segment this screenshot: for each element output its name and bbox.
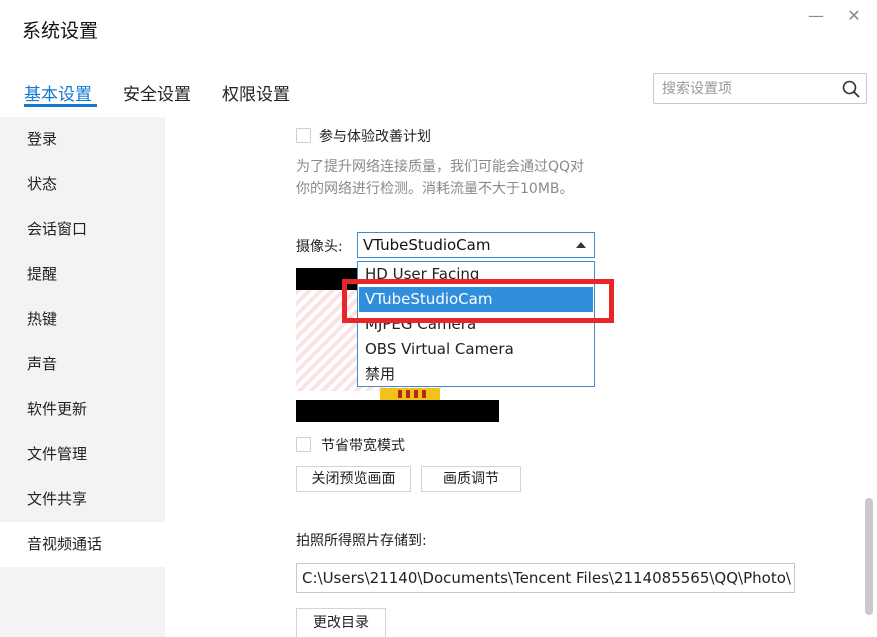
experience-plan-label: 参与体验改善计划	[319, 129, 431, 145]
redaction-bar-bottom	[296, 400, 499, 422]
sidebar-item-login[interactable]: 登录	[0, 117, 165, 162]
annotation-highlight-box	[342, 279, 614, 323]
quality-adjust-button[interactable]: 画质调节	[421, 466, 521, 492]
sidebar-item-file-management[interactable]: 文件管理	[0, 432, 165, 477]
sidebar: 登录 状态 会话窗口 提醒 热键 声音 软件更新 文件管理 文件共享 音视频通话	[0, 117, 165, 637]
change-directory-button[interactable]: 更改目录	[296, 608, 386, 637]
close-preview-button[interactable]: 关闭预览画面	[296, 466, 411, 492]
experience-hint-line2: 你的网络进行检测。消耗流量不大于10MB。	[296, 181, 574, 197]
settings-window: 系统设置 — ✕ 基本设置 安全设置 权限设置 登录 状态 会话窗口 提醒 热键…	[0, 0, 877, 637]
search-input[interactable]	[662, 78, 832, 99]
bandwidth-mode-label: 节省带宽模式	[321, 438, 405, 454]
bandwidth-mode-checkbox[interactable]	[296, 437, 311, 452]
camera-option-obs-virtual-camera[interactable]: OBS Virtual Camera	[359, 337, 593, 362]
sidebar-item-software-update[interactable]: 软件更新	[0, 387, 165, 432]
sidebar-item-av-call[interactable]: 音视频通话	[0, 522, 165, 567]
camera-selected-value: VTubeStudioCam	[363, 236, 491, 254]
sidebar-item-status[interactable]: 状态	[0, 162, 165, 207]
camera-option-disabled[interactable]: 禁用	[359, 362, 593, 387]
camera-select[interactable]: VTubeStudioCam	[357, 232, 595, 258]
photo-save-label: 拍照所得照片存储到:	[296, 533, 427, 549]
sidebar-item-file-sharing[interactable]: 文件共享	[0, 477, 165, 522]
sidebar-item-hotkeys[interactable]: 热键	[0, 297, 165, 342]
minimize-button[interactable]: —	[806, 6, 826, 26]
tab-security-settings[interactable]: 安全设置	[123, 80, 191, 105]
search-box[interactable]	[653, 73, 867, 104]
search-icon[interactable]	[842, 80, 860, 98]
photo-path-field[interactable]: C:\Users\21140\Documents\Tencent Files\2…	[296, 563, 795, 593]
preview-avatar-detail	[398, 390, 428, 398]
sidebar-item-sound[interactable]: 声音	[0, 342, 165, 387]
active-tab-underline	[24, 104, 97, 107]
window-title: 系统设置	[22, 20, 99, 42]
chevron-up-icon	[576, 242, 586, 248]
tab-permission-settings[interactable]: 权限设置	[222, 80, 290, 105]
camera-label: 摄像头:	[296, 239, 343, 255]
content-scrollbar[interactable]	[865, 498, 873, 615]
close-button[interactable]: ✕	[844, 6, 864, 26]
experience-plan-checkbox[interactable]	[296, 128, 311, 143]
experience-hint-line1: 为了提升网络连接质量，我们可能会通过QQ对	[296, 159, 585, 175]
sidebar-item-chat-window[interactable]: 会话窗口	[0, 207, 165, 252]
tab-basic-settings[interactable]: 基本设置	[24, 80, 92, 105]
sidebar-item-reminders[interactable]: 提醒	[0, 252, 165, 297]
